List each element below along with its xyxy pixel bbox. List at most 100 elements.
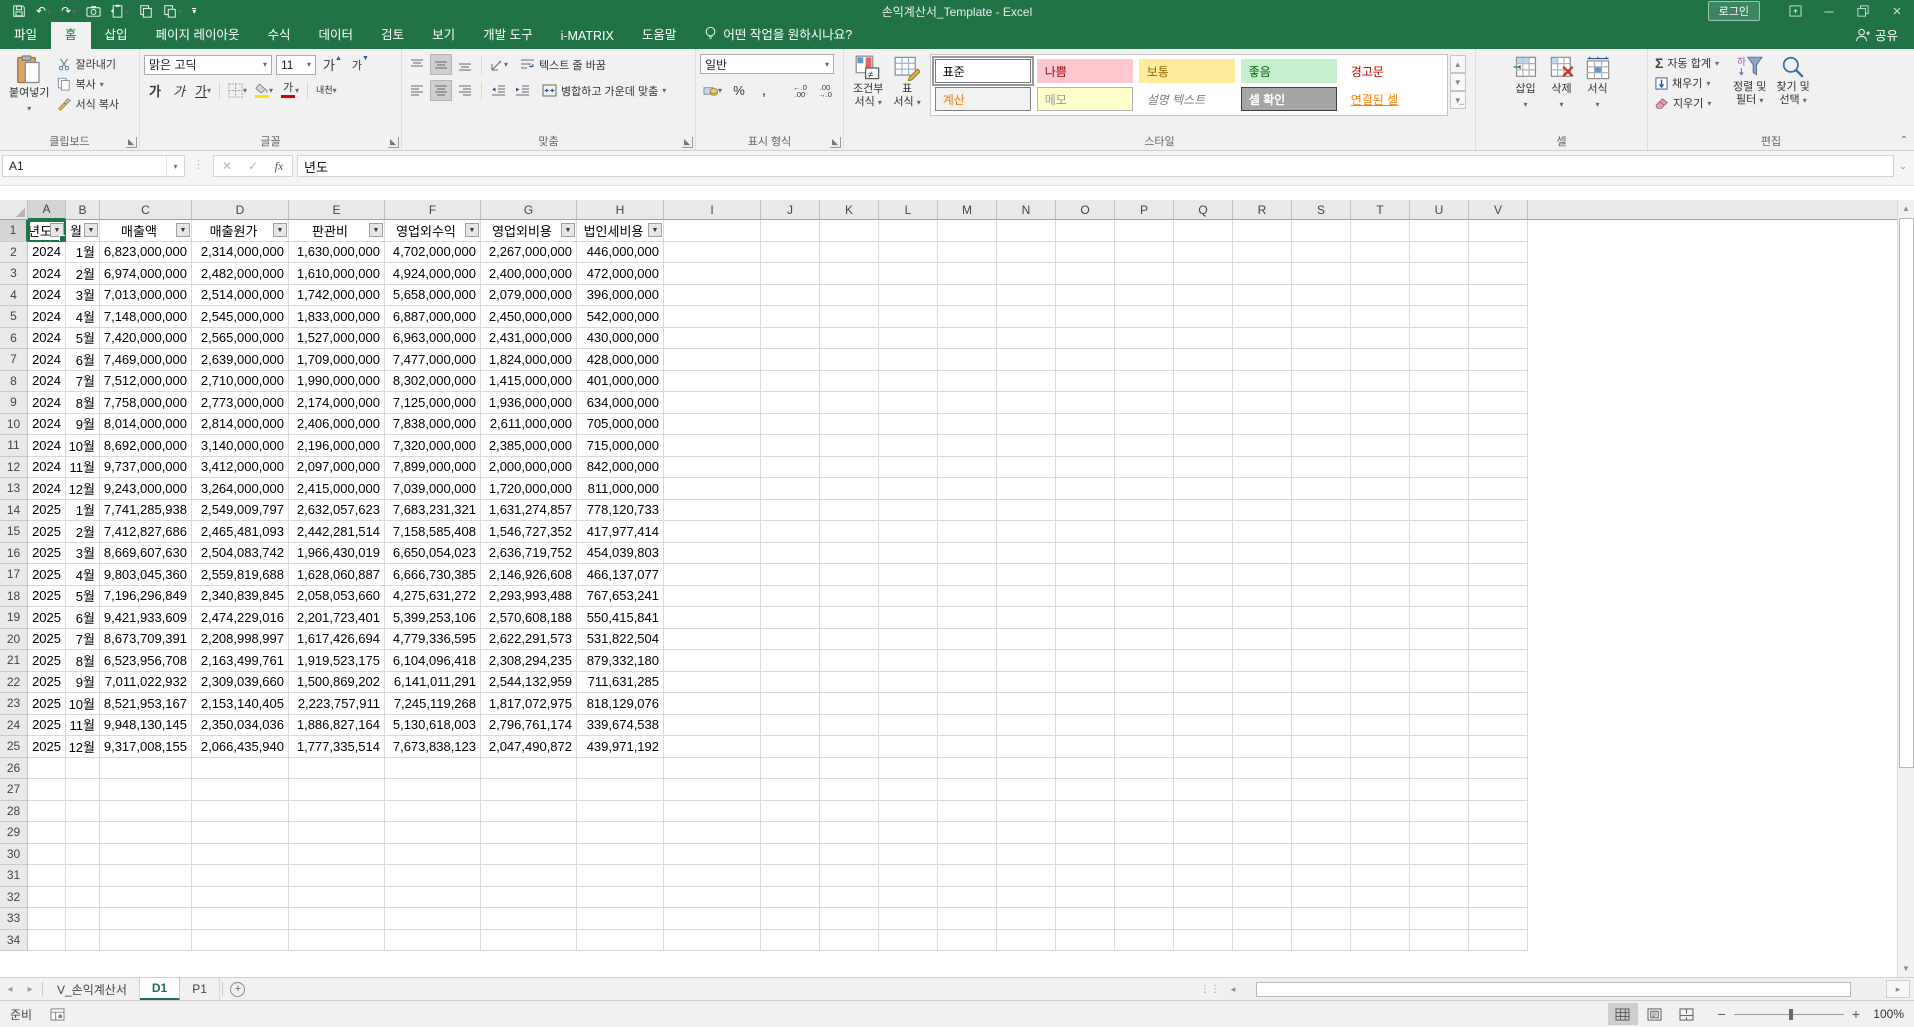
row-header-14[interactable]: 14 [0,500,28,522]
duplicate-options-button[interactable]: ▾ [159,3,186,19]
cell-Q17[interactable] [1174,564,1233,586]
cell-A33[interactable] [28,908,66,930]
cell-F32[interactable] [385,887,481,909]
cell-O28[interactable] [1056,801,1115,823]
column-header-R[interactable]: R [1233,200,1292,220]
cell-S5[interactable] [1292,306,1351,328]
cell-V1[interactable] [1469,220,1528,242]
cell-E7[interactable]: 1,709,000,000 [289,349,385,371]
cell-D9[interactable]: 2,773,000,000 [192,392,289,414]
cell-J28[interactable] [761,801,820,823]
cell-B16[interactable]: 3월 [66,543,100,565]
cell-Q7[interactable] [1174,349,1233,371]
cell-N15[interactable] [997,521,1056,543]
cell-E1[interactable]: 판관비▼ [289,220,385,242]
cell-K16[interactable] [820,543,879,565]
cell-Q30[interactable] [1174,844,1233,866]
cell-K33[interactable] [820,908,879,930]
vertical-scroll-thumb[interactable] [1899,218,1914,768]
cell-Q13[interactable] [1174,478,1233,500]
cell-H17[interactable]: 466,137,077 [577,564,664,586]
cell-N25[interactable] [997,736,1056,758]
cell-P1[interactable] [1115,220,1174,242]
delete-cells-button[interactable]: 삭제 ▾ [1544,52,1580,114]
cell-M17[interactable] [938,564,997,586]
cell-L30[interactable] [879,844,938,866]
new-sheet-button[interactable]: + [225,978,251,1000]
cell-U1[interactable] [1410,220,1469,242]
cell-T24[interactable] [1351,715,1410,737]
cell-T31[interactable] [1351,865,1410,887]
cell-I19[interactable] [664,607,761,629]
cell-F9[interactable]: 7,125,000,000 [385,392,481,414]
cell-O11[interactable] [1056,435,1115,457]
cell-H31[interactable] [577,865,664,887]
cell-H16[interactable]: 454,039,803 [577,543,664,565]
cell-E23[interactable]: 2,223,757,911 [289,693,385,715]
cell-Q23[interactable] [1174,693,1233,715]
cell-I18[interactable] [664,586,761,608]
cell-P26[interactable] [1115,758,1174,780]
cell-E28[interactable] [289,801,385,823]
cell-style-9[interactable]: 셀 확인 [1241,87,1337,111]
cell-T25[interactable] [1351,736,1410,758]
cell-G13[interactable]: 1,720,000,000 [481,478,577,500]
decrease-decimal-button[interactable]: .00→.0 [814,80,836,101]
number-dialog-launcher[interactable]: ◥ [830,137,841,148]
cell-D29[interactable] [192,822,289,844]
cell-F22[interactable]: 6,141,011,291 [385,672,481,694]
filter-button-A[interactable]: ▼ [50,223,64,237]
column-header-O[interactable]: O [1056,200,1115,220]
cell-K15[interactable] [820,521,879,543]
normal-view-button[interactable] [1608,1003,1638,1025]
cell-P4[interactable] [1115,285,1174,307]
cell-F26[interactable] [385,758,481,780]
percent-button[interactable]: % [728,80,750,101]
cell-C13[interactable]: 9,243,000,000 [100,478,192,500]
row-header-2[interactable]: 2 [0,242,28,264]
cell-Q8[interactable] [1174,371,1233,393]
cell-S30[interactable] [1292,844,1351,866]
cell-S31[interactable] [1292,865,1351,887]
cell-H27[interactable] [577,779,664,801]
cell-P17[interactable] [1115,564,1174,586]
cell-E20[interactable]: 1,617,426,694 [289,629,385,651]
cell-U15[interactable] [1410,521,1469,543]
cell-T14[interactable] [1351,500,1410,522]
cell-B29[interactable] [66,822,100,844]
cell-O1[interactable] [1056,220,1115,242]
cell-G30[interactable] [481,844,577,866]
cell-I15[interactable] [664,521,761,543]
cell-M30[interactable] [938,844,997,866]
cell-I33[interactable] [664,908,761,930]
cell-P3[interactable] [1115,263,1174,285]
cell-O23[interactable] [1056,693,1115,715]
cell-D13[interactable]: 3,264,000,000 [192,478,289,500]
share-button[interactable]: 공유 [1839,25,1914,49]
find-select-button[interactable]: 찾기 및선택 ▾ [1771,52,1814,110]
cell-O25[interactable] [1056,736,1115,758]
cell-P24[interactable] [1115,715,1174,737]
cell-E30[interactable] [289,844,385,866]
cell-T11[interactable] [1351,435,1410,457]
cell-V34[interactable] [1469,930,1528,952]
cell-B27[interactable] [66,779,100,801]
scroll-right-arrow[interactable]: ▸ [1886,980,1910,998]
cell-U9[interactable] [1410,392,1469,414]
paste-dropdown[interactable]: ▾ [27,102,31,115]
cell-C27[interactable] [100,779,192,801]
cell-A27[interactable] [28,779,66,801]
cell-D33[interactable] [192,908,289,930]
filter-button-E[interactable]: ▼ [369,223,383,237]
cell-style-10[interactable]: 연결된 셀 [1343,87,1439,111]
cell-R3[interactable] [1233,263,1292,285]
cell-R1[interactable] [1233,220,1292,242]
cell-R32[interactable] [1233,887,1292,909]
cell-V31[interactable] [1469,865,1528,887]
cell-T34[interactable] [1351,930,1410,952]
cell-E19[interactable]: 2,201,723,401 [289,607,385,629]
cell-M21[interactable] [938,650,997,672]
cell-G21[interactable]: 2,308,294,235 [481,650,577,672]
cell-E22[interactable]: 1,500,869,202 [289,672,385,694]
cell-T2[interactable] [1351,242,1410,264]
